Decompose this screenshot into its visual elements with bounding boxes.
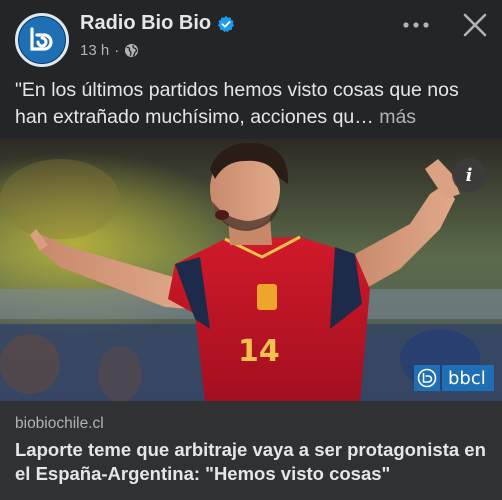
link-domain: biobiochile.cl (15, 415, 104, 432)
post-timestamp[interactable]: 13 h (80, 42, 109, 59)
info-icon: i (465, 164, 473, 186)
meta-separator: · (114, 42, 120, 59)
bbcl-logo-icon (414, 365, 440, 391)
close-icon[interactable] (460, 10, 490, 40)
globe-icon (125, 43, 139, 58)
page-avatar[interactable] (15, 13, 69, 67)
player-photo: 14 (0, 139, 502, 401)
biobio-logo-icon (30, 27, 53, 51)
see-more-link[interactable]: más (374, 106, 416, 128)
verified-badge-icon (218, 15, 235, 32)
post-text: "En los últimos partidos hemos visto cos… (15, 77, 495, 131)
post-photo[interactable]: 14 i bbcl (0, 139, 502, 401)
post-meta: 13 h · (80, 42, 139, 59)
page-name[interactable]: Radio Bio Bio (80, 12, 235, 35)
bbcl-watermark-text: bbcl (442, 365, 494, 391)
link-title[interactable]: Laporte teme que arbitraje vaya a ser pr… (15, 438, 495, 486)
jersey-number: 14 (238, 334, 280, 369)
info-button[interactable]: i (452, 158, 486, 192)
bbcl-watermark: bbcl (414, 365, 494, 391)
post-header: Radio Bio Bio 13 h · (0, 0, 502, 70)
page-name-text[interactable]: Radio Bio Bio (80, 12, 211, 35)
more-options-icon[interactable] (398, 14, 434, 36)
link-preview-card[interactable]: biobiochile.cl Laporte teme que arbitraj… (0, 401, 502, 500)
